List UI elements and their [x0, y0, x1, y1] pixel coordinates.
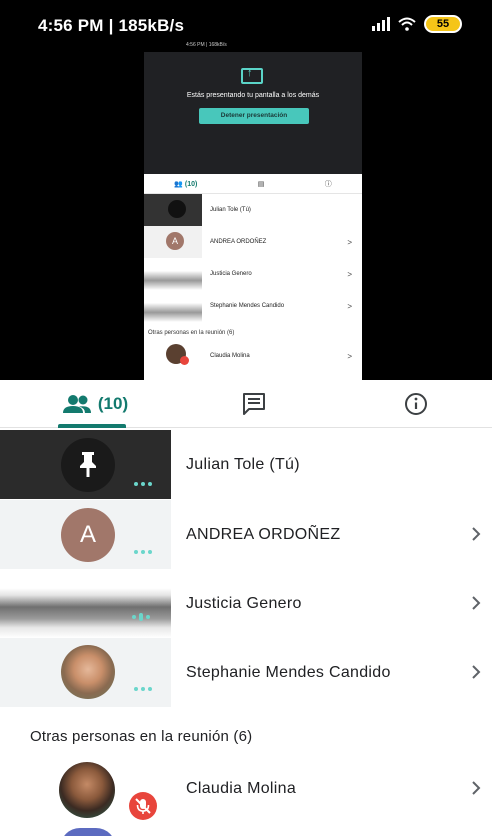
tab-active-indicator: [58, 424, 126, 428]
participant-row[interactable]: Julian Tole (Tú): [0, 430, 492, 499]
status-time-speed: 4:56 PM | 185kB/s: [38, 16, 185, 35]
tab-info[interactable]: [392, 380, 440, 428]
avatar: [61, 645, 115, 699]
battery-icon: 55: [424, 15, 462, 33]
audio-indicator-icon: [134, 687, 152, 691]
people-count: (10): [97, 394, 129, 413]
mini-tabs: 👥 (10) ▤ ⓘ: [144, 174, 362, 194]
mic-off-icon: [135, 798, 151, 814]
others-section-label: Otras personas en la reunión (6): [30, 728, 253, 745]
participant-tabs: (10): [0, 380, 492, 428]
participant-name: Julian Tole (Tú): [186, 456, 300, 473]
chevron-right-icon[interactable]: [464, 776, 488, 800]
mini-status-bar: 4:56 PM | 168kB/s: [144, 40, 362, 52]
status-icons: 55: [372, 15, 462, 33]
audio-indicator-icon: [134, 550, 152, 554]
pin-icon: [80, 452, 96, 477]
mini-presenting-panel: Estás presentando tu pantalla a los demá…: [144, 52, 362, 174]
mini-participant-row: Julian Tole (Tú): [144, 194, 362, 226]
chevron-right-icon[interactable]: [464, 591, 488, 615]
tab-chat[interactable]: [230, 380, 278, 428]
present-screen-icon: [241, 67, 263, 84]
participant-name: Stephanie Mendes Candido: [186, 664, 391, 681]
participant-thumbnail: [0, 430, 171, 499]
chevron-right-icon[interactable]: [464, 660, 488, 684]
participant-row[interactable]: A ANDREA ORDOÑEZ: [0, 500, 492, 569]
chevron-right-icon[interactable]: [464, 522, 488, 546]
people-icon: [62, 395, 91, 413]
mini-chat-icon: ▤: [257, 180, 265, 188]
participant-thumbnail: [0, 569, 171, 638]
status-bar: 4:56 PM | 185kB/s 55: [0, 0, 492, 40]
participant-row[interactable]: Claudia Molina: [0, 754, 492, 823]
info-icon: [405, 393, 427, 415]
mini-tab-people: 👥 (10): [174, 180, 198, 188]
participant-thumbnail: [0, 754, 171, 823]
audio-indicator-icon: [132, 613, 150, 621]
screen-share-thumbnail: 4:56 PM | 168kB/s Estás presentando tu p…: [144, 40, 362, 380]
shared-screen-preview: 4:56 PM | 168kB/s Estás presentando tu p…: [0, 40, 492, 380]
participant-row[interactable]: Stephanie Mendes Candido: [0, 638, 492, 707]
mini-presenting-message: Estás presentando tu pantalla a los demá…: [186, 92, 320, 99]
tab-people[interactable]: (10): [30, 380, 160, 428]
avatar: [59, 762, 115, 818]
mini-info-icon: ⓘ: [324, 180, 332, 188]
mini-participant-row: Claudia Molina >: [144, 340, 362, 372]
participant-thumbnail: A: [0, 500, 171, 569]
avatar: A: [61, 508, 115, 562]
participant-name: Justicia Genero: [186, 595, 302, 612]
mic-off-badge: [129, 792, 157, 820]
participant-name: ANDREA ORDOÑEZ: [186, 526, 341, 543]
participant-name: Claudia Molina: [186, 780, 297, 797]
mini-participant-row: A ANDREA ORDOÑEZ >: [144, 226, 362, 258]
wifi-icon: [398, 17, 416, 31]
signal-icon: [372, 17, 390, 31]
avatar: [60, 828, 116, 836]
audio-indicator-icon: [134, 482, 152, 486]
mini-participant-row: Justicia Genero >: [144, 258, 362, 290]
participant-row[interactable]: Justicia Genero: [0, 569, 492, 638]
mini-stop-presentation-button: Detener presentación: [199, 108, 309, 124]
participant-thumbnail: [0, 638, 171, 707]
mini-participant-row: Stephanie Mendes Candido >: [144, 290, 362, 322]
mini-others-label: Otras personas en la reunión (6): [148, 330, 235, 336]
chat-icon: [243, 393, 265, 415]
